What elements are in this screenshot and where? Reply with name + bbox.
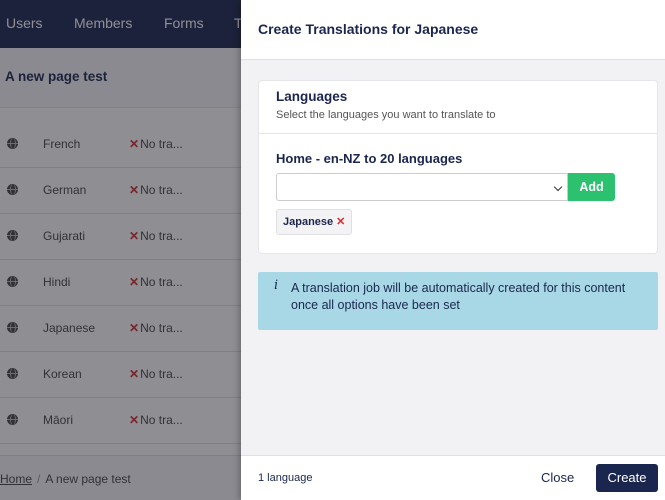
language-count: 1 language — [258, 472, 313, 484]
language-count-label: Home - en-NZ to 20 languages — [276, 151, 463, 166]
create-button[interactable]: Create — [596, 464, 658, 492]
card-title: Languages — [276, 89, 348, 104]
translation-dialog: Create Translations for Japanese Languag… — [241, 0, 665, 500]
divider — [259, 133, 657, 134]
card-description: Select the languages you want to transla… — [276, 109, 496, 121]
info-icon: i — [274, 278, 279, 293]
dialog-title: Create Translations for Japanese — [258, 21, 479, 37]
language-select[interactable] — [276, 173, 568, 201]
info-text: A translation job will be automatically … — [291, 281, 626, 312]
close-button[interactable]: Close — [541, 470, 574, 485]
add-button[interactable]: Add — [568, 173, 615, 201]
languages-card: Languages Select the languages you want … — [258, 80, 658, 254]
remove-icon[interactable]: ✕ — [336, 216, 345, 228]
info-alert: i A translation job will be automaticall… — [258, 272, 658, 330]
dialog-footer: 1 language Close Create — [241, 455, 665, 500]
chevron-down-icon — [553, 182, 563, 192]
selected-language-tag: Japanese ✕ — [276, 209, 353, 235]
tag-label: Japanese — [283, 216, 334, 228]
dialog-header: Create Translations for Japanese — [241, 0, 665, 60]
